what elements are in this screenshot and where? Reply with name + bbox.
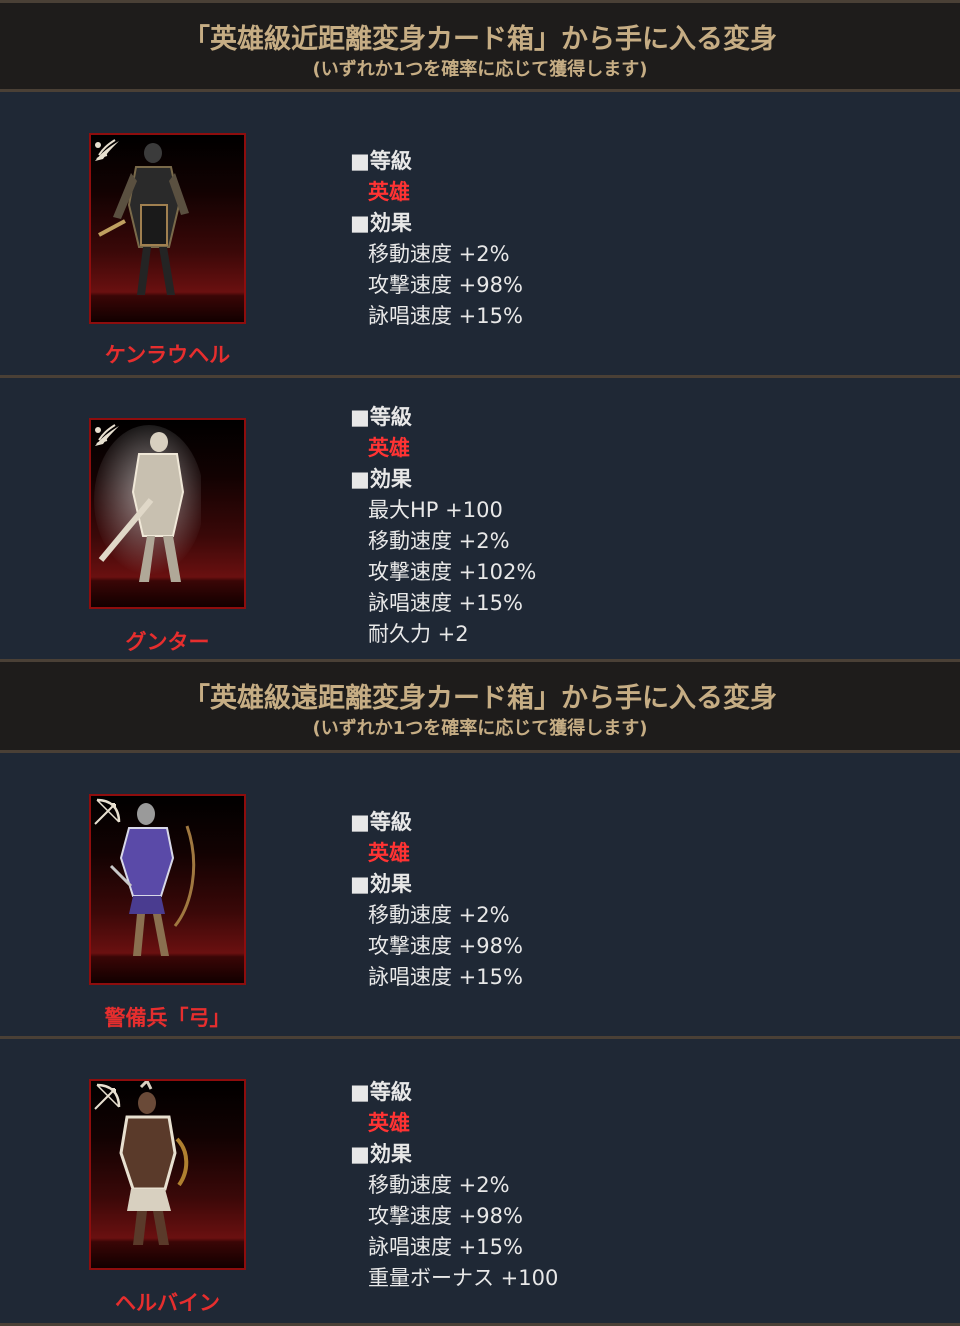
character-figure (94, 425, 201, 582)
section-subtitle: (いずれか1つを確率に応じて獲得します) (312, 59, 648, 80)
transform-name: ヘルバイン (115, 1291, 220, 1315)
character-figure (119, 1081, 189, 1245)
section-title: 「英雄級遠距離変身カード箱」から手に入る変身 (183, 683, 777, 714)
effect-item: 重量ボーナス +100 (368, 1266, 559, 1290)
stats-block: ■等級 英雄 ■効果 移動速度 +2% 攻撃速度 +98% 詠唱速度 +15% (350, 807, 910, 993)
character-figure (98, 143, 189, 295)
stats-block: ■等級 英雄 ■効果 移動速度 +2% 攻撃速度 +98% 詠唱速度 +15% (350, 146, 910, 332)
effect-item: 詠唱速度 +15% (368, 304, 523, 328)
section-title: 「英雄級近距離変身カード箱」から手に入る変身 (183, 24, 777, 55)
transform-card: ケンラウヘル ■等級 英雄 ■効果 移動速度 +2% 攻撃速度 +98% 詠唱速… (0, 92, 960, 378)
transform-card: ヘルバイン ■等級 英雄 ■効果 移動速度 +2% 攻撃速度 +98% 詠唱速度… (0, 1039, 960, 1326)
section-header-ranged: 「英雄級遠距離変身カード箱」から手に入る変身 (いずれか1つを確率に応じて獲得し… (0, 662, 960, 753)
transform-card: 警備兵「弓」 ■等級 英雄 ■効果 移動速度 +2% 攻撃速度 +98% 詠唱速… (0, 753, 960, 1039)
section-subtitle: (いずれか1つを確率に応じて獲得します) (312, 718, 648, 739)
grade-label: ■等級 (350, 405, 412, 429)
effect-item: 攻撃速度 +102% (368, 560, 537, 584)
effect-item: 攻撃速度 +98% (368, 934, 523, 958)
transform-card: グンター ■等級 英雄 ■効果 最大HP +100 移動速度 +2% 攻撃速度 … (0, 378, 960, 662)
transform-portrait (89, 418, 246, 609)
effect-item: 最大HP +100 (368, 498, 503, 522)
effect-item: 詠唱速度 +15% (368, 591, 523, 615)
grade-label: ■等級 (350, 810, 412, 834)
effect-item: 詠唱速度 +15% (368, 1235, 523, 1259)
grade-value: 英雄 (368, 436, 410, 460)
transform-name: 警備兵「弓」 (104, 1006, 231, 1030)
transform-name: グンター (125, 630, 210, 654)
character-figure (109, 803, 196, 956)
effect-item: 耐久力 +2 (368, 622, 469, 646)
grade-value: 英雄 (368, 1111, 410, 1135)
section-header-melee: 「英雄級近距離変身カード箱」から手に入る変身 (いずれか1つを確率に応じて獲得し… (0, 0, 960, 92)
transform-portrait (89, 133, 246, 324)
effect-item: 移動速度 +2% (368, 529, 510, 553)
effect-item: 移動速度 +2% (368, 903, 510, 927)
grade-label: ■等級 (350, 149, 412, 173)
effect-label: ■効果 (350, 872, 412, 896)
effect-label: ■効果 (350, 467, 412, 491)
stats-block: ■等級 英雄 ■効果 最大HP +100 移動速度 +2% 攻撃速度 +102%… (350, 402, 910, 650)
effect-item: 攻撃速度 +98% (368, 1204, 523, 1228)
grade-value: 英雄 (368, 180, 410, 204)
transform-portrait (89, 794, 246, 985)
effect-label: ■効果 (350, 211, 412, 235)
effect-label: ■効果 (350, 1142, 412, 1166)
grade-label: ■等級 (350, 1080, 412, 1104)
stats-block: ■等級 英雄 ■効果 移動速度 +2% 攻撃速度 +98% 詠唱速度 +15% … (350, 1077, 910, 1294)
grade-value: 英雄 (368, 841, 410, 865)
effect-item: 詠唱速度 +15% (368, 965, 523, 989)
effect-item: 攻撃速度 +98% (368, 273, 523, 297)
effect-item: 移動速度 +2% (368, 242, 510, 266)
transform-name: ケンラウヘル (104, 343, 231, 367)
effect-item: 移動速度 +2% (368, 1173, 510, 1197)
transform-portrait (89, 1079, 246, 1270)
